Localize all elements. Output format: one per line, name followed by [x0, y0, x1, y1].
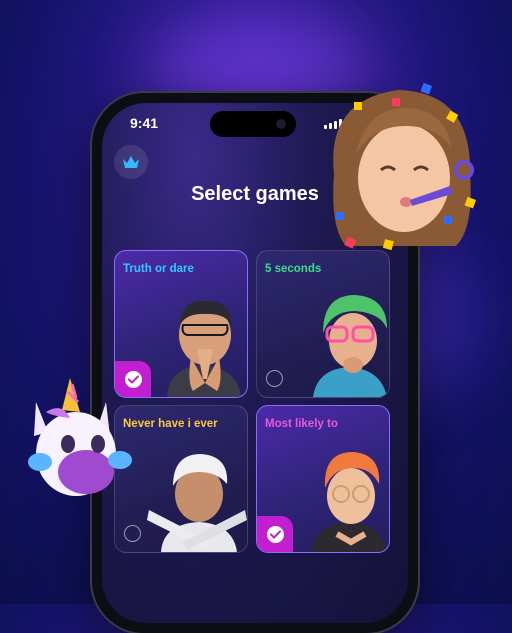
radio-circle-icon	[266, 370, 283, 387]
memoji-crossed-arms-avatar	[147, 454, 247, 552]
memoji-glasses-avatar	[311, 452, 387, 552]
game-card-label: Most likely to	[265, 418, 338, 430]
dynamic-island	[210, 111, 296, 137]
game-card-label: 5 seconds	[265, 263, 322, 275]
status-time: 9:41	[130, 115, 159, 131]
memoji-praying-avatar	[167, 300, 241, 397]
radio-circle-icon	[124, 525, 141, 542]
game-card-label: Truth or dare	[123, 263, 194, 275]
game-card-most-likely-to[interactable]: Most likely to	[256, 405, 390, 553]
premium-button[interactable]	[114, 145, 148, 179]
crown-icon	[123, 155, 139, 168]
unicorn-memoji-sticker	[28, 378, 132, 496]
checkmark-icon	[269, 530, 281, 538]
party-memoji-sticker	[333, 82, 477, 251]
memoji-nervous-avatar	[313, 295, 387, 397]
selected-indicator	[257, 516, 293, 552]
